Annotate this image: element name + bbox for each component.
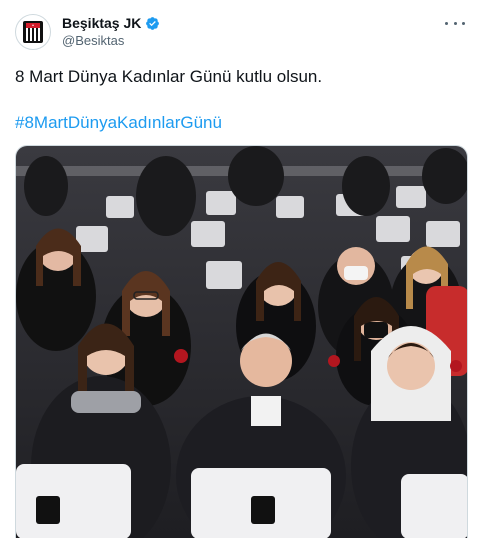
hashtag-link[interactable]: #8MartDünyaKadınlarGünü (15, 112, 222, 134)
dot (445, 21, 448, 25)
dot (462, 21, 465, 25)
more-options-icon[interactable] (445, 16, 465, 30)
tweet-text: 8 Mart Dünya Kadınlar Günü kutlu olsun. (15, 67, 323, 86)
stadium-crowd-photo (16, 146, 467, 538)
tweet-photo[interactable] (15, 145, 468, 538)
dot (453, 21, 457, 25)
display-name[interactable]: Beşiktaş JK (62, 15, 141, 31)
verified-badge-icon (145, 16, 160, 31)
profile-avatar[interactable] (15, 14, 51, 50)
author-handle[interactable]: @Besiktas (62, 33, 124, 48)
besiktas-crest-icon (23, 21, 43, 43)
author-name-row: Beşiktaş JK (62, 15, 160, 31)
